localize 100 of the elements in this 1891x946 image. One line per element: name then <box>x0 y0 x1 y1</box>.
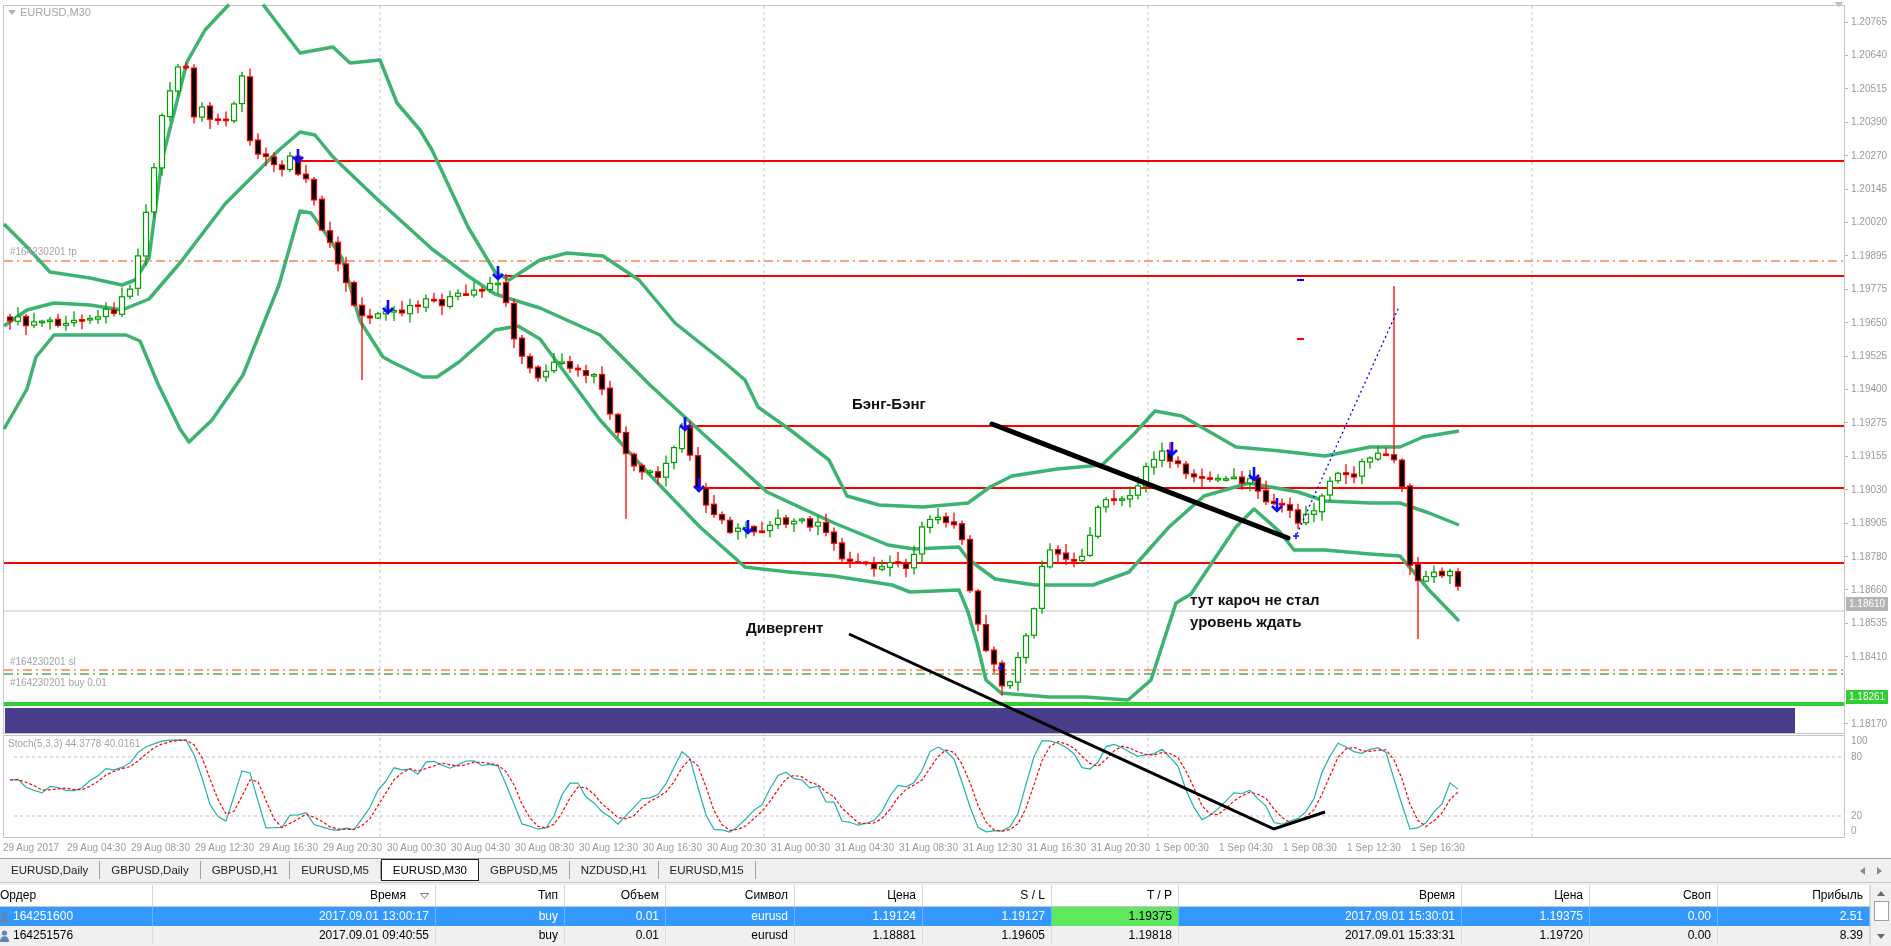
order-open-label: #164230201 buy 0.01 <box>10 677 107 689</box>
chart-tab[interactable]: EURUSD,M15 <box>658 861 756 879</box>
price-axis-label: 1.19030 <box>1845 483 1888 496</box>
plus-mark-icon <box>997 664 1005 672</box>
chart-annotation: тут кароч не стал уровень ждать <box>1190 590 1321 632</box>
time-axis-label: 1 Sep 08:30 <box>1283 841 1338 855</box>
stop-loss-label: #164230201 sl <box>10 656 76 668</box>
price-axis-label: 1.19650 <box>1845 316 1888 329</box>
down-arrow-icon <box>1165 440 1179 457</box>
time-axis-label: 1 Sep 16:30 <box>1411 841 1466 855</box>
down-arrow-icon <box>741 518 755 535</box>
time-axis-label: 1 Sep 12:30 <box>1347 841 1402 855</box>
column-header[interactable]: Цена <box>795 885 923 906</box>
table-cell: 2017.09.01 09:40:55 <box>153 926 436 945</box>
chart-tab[interactable]: GBPUSD,M5 <box>479 861 570 879</box>
price-axis-label: 1.19775 <box>1845 283 1888 296</box>
price-axis-label: 1.19895 <box>1845 249 1888 262</box>
price-axis-label: 1.19400 <box>1845 383 1888 396</box>
time-axis-label: 1 Sep 00:30 <box>1155 841 1210 855</box>
scrollbar-track[interactable] <box>1870 885 1891 945</box>
time-axis-label: 31 Aug 08:30 <box>899 841 959 855</box>
time-axis-label: 31 Aug 00:30 <box>771 841 831 855</box>
chart-tab[interactable]: EURUSD,Daily <box>0 861 101 879</box>
down-arrow-icon <box>1247 465 1261 482</box>
time-axis-label: 31 Aug 04:30 <box>835 841 895 855</box>
price-axis-label: 1.20020 <box>1845 216 1888 229</box>
chart-symbol-label: EURUSD,M30 <box>20 6 91 19</box>
price-axis-label: 1.18780 <box>1845 550 1888 563</box>
price-axis-label: 1.19525 <box>1845 350 1888 363</box>
price-axis-label: 1.20515 <box>1845 82 1888 95</box>
column-header[interactable]: Ордер <box>0 885 153 906</box>
indicator-axis-label: 20 <box>1851 810 1863 822</box>
time-axis-label: 29 Aug 04:30 <box>67 841 127 855</box>
table-cell: 0.01 <box>565 926 666 945</box>
scroll-up-icon[interactable] <box>1877 891 1885 896</box>
table-cell: 1.18881 <box>795 926 923 945</box>
time-axis-label: 30 Aug 12:30 <box>579 841 639 855</box>
table-cell: 0.00 <box>1590 926 1718 945</box>
column-header[interactable]: Время <box>153 885 436 906</box>
column-header[interactable]: Цена <box>1462 885 1590 906</box>
chart-tab[interactable]: NZDUSD,H1 <box>569 861 659 879</box>
time-axis-label: 1 Sep 04:30 <box>1219 841 1274 855</box>
price-axis-label: 1.18170 <box>1845 717 1888 730</box>
scroll-left-icon[interactable] <box>1860 866 1865 875</box>
price-axis-label: 1.20270 <box>1845 149 1888 162</box>
time-axis-label: 31 Aug 12:30 <box>963 841 1023 855</box>
column-header[interactable]: T / P <box>1052 885 1179 906</box>
down-arrow-icon <box>381 298 395 315</box>
price-marker: 1.18261 <box>1846 690 1889 704</box>
order-row[interactable]: 164251600 2017.09.01 13:00:17 buy 0.01 eurusd 1.19124 1.19127 1.19375 2017.09.01 15:30:01 1.19375 0.00 2.51 <box>0 907 1870 926</box>
chart-tab[interactable]: GBPUSD,H1 <box>200 861 291 879</box>
price-axis-label: 1.18535 <box>1845 617 1888 630</box>
table-cell: 1.19605 <box>923 926 1052 945</box>
person-icon <box>0 910 9 923</box>
down-arrow-icon <box>291 147 305 164</box>
price-axis-label: 1.19275 <box>1845 416 1888 429</box>
column-header[interactable]: Тип <box>436 885 565 906</box>
time-axis-label: 29 Aug 2017 <box>3 841 61 855</box>
time-axis-label: 29 Aug 08:30 <box>131 841 191 855</box>
time-axis-label: 30 Aug 08:30 <box>515 841 575 855</box>
indicator-axis-label: 100 <box>1851 735 1868 747</box>
chart-annotation: Дивергент <box>746 618 824 638</box>
price-axis-label: 1.20145 <box>1845 183 1888 196</box>
dash-mark-icon <box>1297 279 1304 281</box>
column-header[interactable]: Время <box>1179 885 1462 906</box>
time-axis-label: 31 Aug 16:30 <box>1027 841 1087 855</box>
table-cell: 1.19720 <box>1462 926 1590 945</box>
caret-icon <box>8 10 16 15</box>
column-header[interactable]: Своп <box>1590 885 1718 906</box>
time-axis-label: 30 Aug 16:30 <box>643 841 703 855</box>
sort-icon <box>420 892 429 899</box>
indicator-axis-label: 80 <box>1851 751 1863 763</box>
dash-mark-icon <box>1297 338 1304 340</box>
table-cell: 2017.09.01 15:33:31 <box>1179 926 1462 945</box>
time-axis-label: 30 Aug 00:30 <box>387 841 447 855</box>
table-cell: buy <box>436 926 565 945</box>
scrollbar-thumb[interactable] <box>1873 901 1889 921</box>
price-axis-label: 1.18410 <box>1845 650 1888 663</box>
table-cell: 1.19818 <box>1052 926 1179 945</box>
triangle-marker-icon <box>1834 2 1844 7</box>
chart-tab[interactable]: EURUSD,M5 <box>290 861 381 879</box>
indicator-axis-label: 0 <box>1851 825 1857 837</box>
price-axis-label: 1.20640 <box>1845 49 1888 62</box>
column-header[interactable]: S / L <box>923 885 1052 906</box>
down-arrow-icon <box>692 476 706 493</box>
chart-tab[interactable]: GBPUSD,Daily <box>100 861 201 879</box>
price-marker: 1.18610 <box>1846 597 1889 611</box>
scroll-right-icon[interactable] <box>1877 866 1882 875</box>
time-axis-label: 30 Aug 20:30 <box>707 841 767 855</box>
plus-mark-icon <box>1292 532 1300 540</box>
order-number: 164251600 <box>13 908 74 925</box>
scroll-down-icon[interactable] <box>1877 934 1885 939</box>
order-row[interactable]: 164251576 2017.09.01 09:40:55 buy 0.01 eurusd 1.18881 1.19605 1.19818 2017.09.01 15:33:31 1.19720 0.00 8.39 <box>0 926 1870 945</box>
chart-tab[interactable]: EURUSD,M30 <box>380 859 479 881</box>
column-header[interactable]: Символ <box>666 885 795 906</box>
down-arrow-icon <box>1270 496 1284 513</box>
price-axis-label: 1.20765 <box>1845 16 1888 28</box>
price-axis-label: 1.20390 <box>1845 116 1888 129</box>
column-header[interactable]: Объем <box>565 885 666 906</box>
time-axis-label: 30 Aug 04:30 <box>451 841 511 855</box>
